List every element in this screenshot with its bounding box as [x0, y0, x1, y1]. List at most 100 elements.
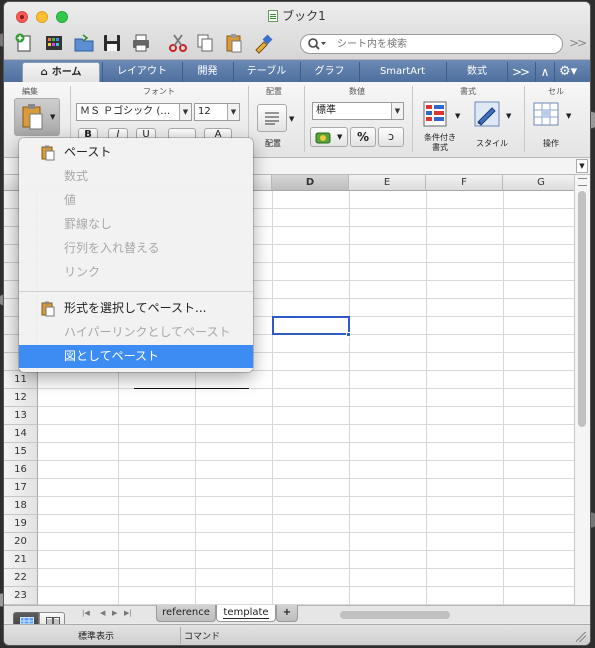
- grid-line: [38, 406, 574, 407]
- cells-operation-label: 操作: [543, 139, 559, 148]
- cut-button[interactable]: [167, 32, 189, 54]
- titlebar: ブック1 >>: [4, 2, 590, 60]
- row-header-15[interactable]: 15: [4, 443, 38, 461]
- style-button[interactable]: [472, 100, 504, 130]
- chevron-down-icon: ▼: [337, 133, 343, 141]
- row-header-20[interactable]: 20: [4, 533, 38, 551]
- group-label-number: 数値: [349, 87, 365, 96]
- horizontal-scroll-thumb[interactable]: [340, 611, 450, 619]
- format-painter-button[interactable]: [252, 32, 274, 54]
- row-header-17[interactable]: 17: [4, 479, 38, 497]
- last-sheet-arrow-icon[interactable]: ▶|: [124, 609, 132, 617]
- split-handle[interactable]: [578, 178, 587, 186]
- vertical-scroll-thumb[interactable]: [578, 191, 586, 427]
- paintbrush-icon: [255, 34, 273, 54]
- align-button[interactable]: [257, 104, 287, 132]
- conditional-format-icon: [423, 101, 447, 127]
- row-header-16[interactable]: 16: [4, 461, 38, 479]
- new-workbook-button[interactable]: [13, 32, 35, 54]
- paste-button[interactable]: [223, 32, 245, 54]
- menu-item-paste-as-hyperlink[interactable]: ハイパーリンクとしてペースト: [19, 321, 253, 344]
- printer-icon: [133, 34, 149, 52]
- font-size-select[interactable]: 12 ▼: [194, 103, 240, 121]
- tab-smartart[interactable]: SmartArt: [359, 62, 445, 82]
- window-title-text: ブック1: [282, 9, 326, 23]
- drawn-line-shape[interactable]: [134, 388, 249, 389]
- row-header-14[interactable]: 14: [4, 425, 38, 443]
- fill-handle[interactable]: [346, 332, 351, 337]
- paste-options-menu: ペースト 数式 値 罫線なし 行列を入れ替える リンク 形式を選択してペースト.…: [19, 138, 253, 372]
- tab-layout[interactable]: レイアウト: [102, 62, 181, 82]
- percent-button[interactable]: %: [350, 127, 376, 147]
- sheet-search-box[interactable]: [300, 34, 563, 54]
- copy-button[interactable]: [194, 32, 216, 54]
- number-format-select[interactable]: 標準 ▼: [312, 102, 404, 120]
- ribbon-collapse-button[interactable]: ∧: [535, 62, 555, 82]
- column-header-f[interactable]: F: [426, 175, 503, 191]
- tab-overflow-chevron[interactable]: >>: [512, 62, 530, 82]
- save-button[interactable]: [101, 32, 123, 54]
- menu-item-link[interactable]: リンク: [19, 261, 253, 284]
- sheet-tab-template[interactable]: template: [216, 605, 276, 622]
- status-bar: 標準表示 コマンド: [4, 624, 590, 645]
- vertical-scrollbar[interactable]: [574, 175, 590, 607]
- menu-item-values[interactable]: 値: [19, 189, 253, 212]
- next-sheet-arrow-icon[interactable]: ▶: [112, 609, 117, 617]
- grid-line: [38, 424, 574, 425]
- grid-line: [38, 514, 574, 515]
- templates-button[interactable]: [43, 32, 65, 54]
- menu-item-paste-special[interactable]: 形式を選択してペースト...: [19, 297, 253, 320]
- resize-grip-icon[interactable]: [576, 632, 586, 642]
- menu-item-transpose[interactable]: 行列を入れ替える: [19, 237, 253, 260]
- copy-icon: [197, 34, 213, 52]
- open-button[interactable]: [73, 32, 95, 54]
- conditional-format-button[interactable]: [422, 100, 452, 130]
- group-separator: [304, 86, 305, 152]
- menu-item-paste[interactable]: ペースト: [19, 141, 253, 164]
- add-sheet-button[interactable]: +: [276, 605, 298, 622]
- tab-developer[interactable]: 開発: [182, 62, 232, 82]
- group-separator: [524, 86, 525, 152]
- search-icon: [308, 38, 326, 50]
- home-icon: ⌂: [40, 67, 48, 78]
- tab-formulas[interactable]: 数式: [446, 62, 508, 82]
- row-header-19[interactable]: 19: [4, 515, 38, 533]
- font-name-select[interactable]: ＭＳ Ｐゴシック (… ▼: [76, 103, 192, 121]
- row-header-23[interactable]: 23: [4, 587, 38, 605]
- search-input[interactable]: [335, 36, 555, 52]
- sheet-tab-reference[interactable]: reference: [156, 605, 216, 622]
- tab-table[interactable]: テーブル: [233, 62, 299, 82]
- tab-chart[interactable]: グラフ: [300, 62, 358, 82]
- gear-icon[interactable]: ⚙▾: [559, 62, 577, 82]
- comma-style-button[interactable]: ɔ: [378, 127, 404, 147]
- active-cell-selection[interactable]: [272, 316, 350, 335]
- grid-line: [38, 388, 574, 389]
- tab-home[interactable]: ⌂ ホーム: [22, 62, 100, 82]
- column-header-d[interactable]: D: [272, 175, 349, 191]
- menu-item-paste-as-picture[interactable]: 図としてペースト: [19, 345, 253, 368]
- column-header-e[interactable]: E: [349, 175, 426, 191]
- chevron-down-icon: ▼: [50, 113, 56, 121]
- menu-item-no-borders[interactable]: 罫線なし: [19, 213, 253, 236]
- align-label: 配置: [265, 139, 281, 148]
- menu-item-formulas[interactable]: 数式: [19, 165, 253, 188]
- row-header-22[interactable]: 22: [4, 569, 38, 587]
- currency-format-button[interactable]: ▼: [310, 127, 348, 147]
- chevron-down-icon[interactable]: ▼: [576, 159, 588, 173]
- row-header-11[interactable]: 11: [4, 371, 38, 389]
- floppy-disk-icon: [104, 35, 120, 51]
- row-header-12[interactable]: 12: [4, 389, 38, 407]
- window-title: ブック1: [4, 7, 590, 24]
- ribbon-paste-button[interactable]: ▼: [14, 98, 60, 136]
- prev-sheet-arrow-icon[interactable]: ◀: [100, 609, 105, 617]
- row-header-13[interactable]: 13: [4, 407, 38, 425]
- first-sheet-arrow-icon[interactable]: |◀: [82, 609, 90, 617]
- column-header-g[interactable]: G: [503, 175, 574, 191]
- scissors-icon: [169, 34, 187, 52]
- row-header-18[interactable]: 18: [4, 497, 38, 515]
- print-button[interactable]: [130, 32, 152, 54]
- row-header-21[interactable]: 21: [4, 551, 38, 569]
- toolbar-overflow-chevron[interactable]: >>: [569, 36, 587, 50]
- cells-operation-button[interactable]: [532, 100, 562, 130]
- status-view-mode: 標準表示: [78, 632, 115, 642]
